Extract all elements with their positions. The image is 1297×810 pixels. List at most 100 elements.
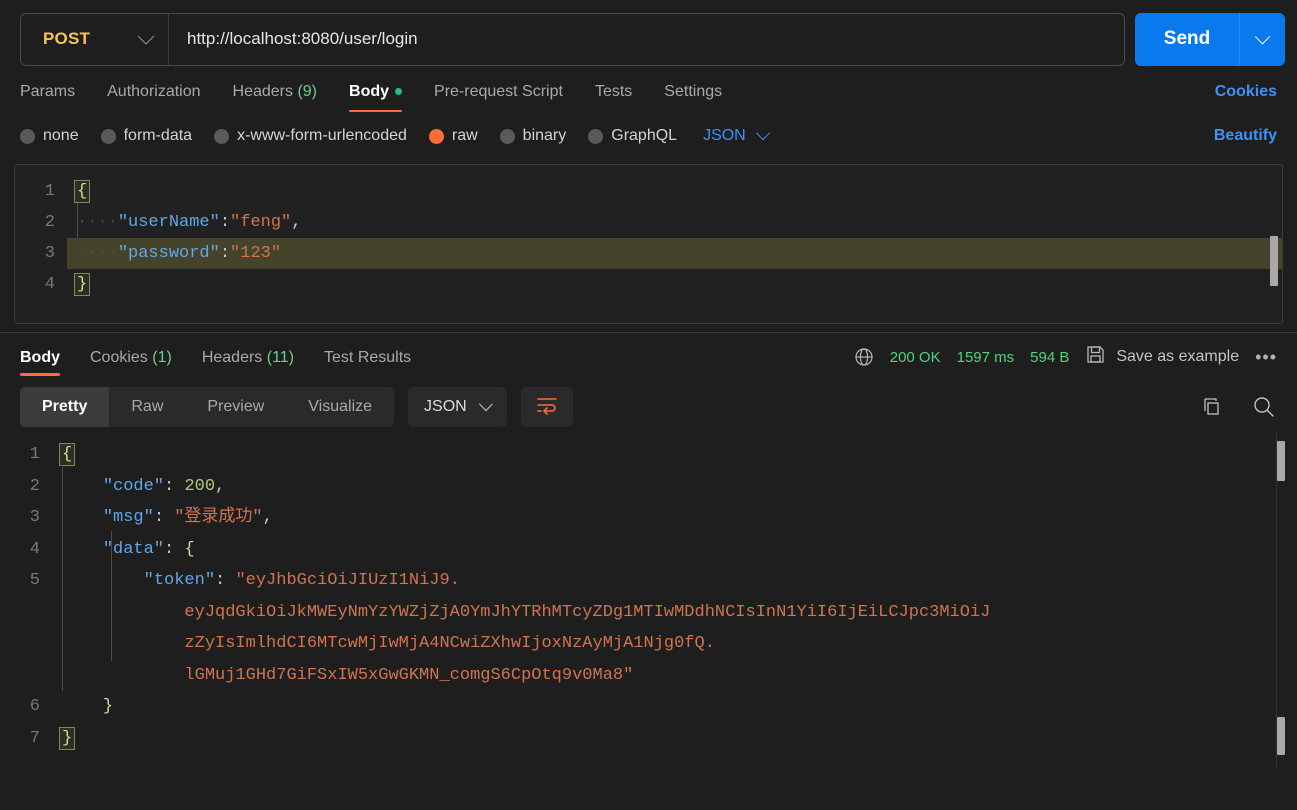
send-options-button[interactable] — [1239, 12, 1285, 66]
request-code-area[interactable]: { ····"userName":"feng", ····"password":… — [67, 165, 1282, 323]
view-mode-raw[interactable]: Raw — [109, 387, 185, 427]
response-tab-body[interactable]: Body — [20, 335, 60, 380]
tab-params[interactable]: Params — [20, 83, 75, 112]
body-type-raw[interactable]: raw — [428, 127, 478, 145]
tab-label: Authorization — [107, 83, 201, 100]
chevron-down-icon — [755, 126, 770, 141]
body-type-label: none — [43, 127, 79, 144]
line-number: 3 — [29, 508, 40, 527]
tab-count: (9) — [297, 83, 318, 100]
code-line-3: ····"password":"123" — [67, 238, 1282, 269]
tab-pre-request-script[interactable]: Pre-request Script — [434, 83, 563, 112]
tab-tests[interactable]: Tests — [595, 83, 632, 112]
tab-label: Body — [349, 83, 390, 100]
body-type-binary[interactable]: binary — [499, 127, 567, 145]
json-value-token-part3: zZyIsImlhdCI6MTcwMjIwMjA4NCwiZXhwIjoxNzA… — [184, 634, 715, 653]
tab-body[interactable]: Body — [349, 83, 403, 112]
response-tab-cookies[interactable]: Cookies (1) — [90, 335, 172, 380]
response-gutter: 1 2 3 4 5 6 7 — [0, 433, 52, 769]
view-mode-preview[interactable]: Preview — [185, 387, 286, 427]
view-mode-label: Preview — [207, 398, 265, 415]
body-type-x-www-form-urlencoded[interactable]: x-www-form-urlencoded — [214, 127, 407, 145]
body-type-form-data[interactable]: form-data — [100, 127, 192, 145]
scrollbar-thumb-secondary[interactable] — [1277, 717, 1285, 755]
beautify-button[interactable]: Beautify — [1214, 127, 1277, 145]
save-as-example-button[interactable]: Save as example — [1085, 344, 1239, 370]
response-view-mode-group: Pretty Raw Preview Visualize — [20, 387, 395, 427]
code-line-1: { — [67, 176, 1282, 207]
copy-icon[interactable] — [1199, 395, 1223, 419]
chevron-down-icon — [137, 27, 155, 45]
response-tab-headers[interactable]: Headers (11) — [202, 335, 294, 380]
view-mode-label: Pretty — [42, 398, 88, 415]
tab-count: (1) — [152, 348, 172, 366]
view-mode-pretty[interactable]: Pretty — [20, 387, 110, 427]
tab-authorization[interactable]: Authorization — [107, 83, 200, 112]
http-method-select[interactable]: POST — [21, 13, 169, 65]
word-wrap-icon — [536, 395, 558, 420]
body-type-graphql[interactable]: GraphQL — [588, 127, 677, 145]
request-format-select[interactable]: JSON — [703, 126, 770, 145]
line-number: 4 — [44, 275, 55, 294]
tab-label: Params — [20, 83, 76, 100]
code-line-2: ····"userName":"feng", — [67, 207, 1282, 238]
scrollbar-thumb[interactable] — [1277, 441, 1285, 481]
line-number: 3 — [44, 244, 55, 263]
json-value-token-part4: lGMuj1GHd7GiFSxIW5xGwGKMN_comgS6CpOtq9v0… — [184, 665, 634, 685]
word-wrap-toggle[interactable] — [520, 387, 573, 427]
radio-icon — [499, 128, 515, 144]
scrollbar-thumb[interactable] — [1270, 236, 1278, 286]
view-mode-visualize[interactable]: Visualize — [286, 387, 394, 427]
response-line-4: "data": { — [52, 534, 1297, 566]
response-tab-bar: Body Cookies (1) Headers (11) Test Resul… — [0, 333, 1297, 381]
json-comma: , — [291, 213, 302, 232]
radio-icon — [588, 128, 604, 144]
json-sep: : — [164, 539, 185, 559]
json-key: "msg" — [102, 508, 154, 527]
search-icon[interactable] — [1251, 394, 1277, 420]
response-time: 1597 ms — [956, 348, 1015, 366]
json-comma: , — [262, 508, 273, 527]
json-value: "登录成功" — [174, 508, 263, 527]
line-number: 1 — [29, 445, 40, 464]
response-code-area[interactable]: { "code": 200, "msg": "登录成功", "data": { … — [52, 433, 1297, 769]
line-number: 1 — [44, 182, 55, 201]
send-button[interactable]: Send — [1135, 12, 1239, 66]
response-line-5-wrap-3: lGMuj1GHd7GiFSxIW5xGwGKMN_comgS6CpOtq9v0… — [52, 660, 1297, 692]
tab-label: Cookies — [90, 348, 148, 366]
radio-icon — [100, 128, 116, 144]
line-number-wrap — [0, 660, 52, 692]
more-options-icon[interactable]: ••• — [1255, 347, 1277, 368]
request-url-bar: POST Send — [0, 0, 1297, 70]
http-method-label: POST — [43, 29, 91, 48]
chevron-down-icon — [1254, 28, 1271, 44]
indent-dots: ···· — [77, 213, 118, 232]
globe-icon — [854, 347, 874, 367]
response-body-viewer[interactable]: 1 2 3 4 5 6 7 { "code": 200, "msg": "登录成… — [0, 433, 1297, 769]
tab-label: Body — [20, 348, 60, 366]
body-type-label: binary — [522, 127, 567, 144]
chevron-down-icon — [478, 397, 493, 412]
open-brace: { — [73, 180, 91, 203]
json-value: "123" — [230, 244, 282, 263]
response-tab-test-results[interactable]: Test Results — [324, 335, 411, 380]
url-input[interactable] — [169, 13, 1124, 65]
body-type-none[interactable]: none — [20, 127, 79, 145]
request-editor-scrollbar[interactable] — [1268, 166, 1280, 322]
tab-headers[interactable]: Headers (9) — [233, 83, 318, 112]
tab-count: (11) — [266, 348, 295, 366]
request-body-editor[interactable]: 1 2 3 4 { ····"userName":"feng", ····"pa… — [14, 164, 1283, 324]
radio-icon — [20, 128, 35, 144]
json-value-token-part1: "eyJhbGciOiJIUzI1NiJ9. — [235, 571, 460, 590]
radio-icon — [214, 128, 230, 144]
cookies-link[interactable]: Cookies — [1215, 83, 1277, 112]
tab-settings[interactable]: Settings — [664, 83, 722, 112]
response-format-select[interactable]: JSON — [408, 387, 507, 427]
body-present-indicator-icon — [395, 88, 403, 96]
body-type-label: GraphQL — [611, 127, 678, 144]
